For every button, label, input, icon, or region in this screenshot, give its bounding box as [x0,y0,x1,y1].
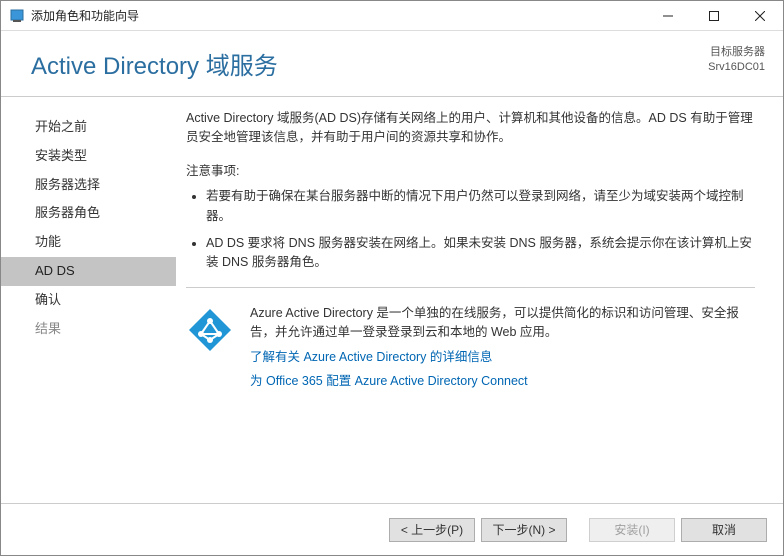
wizard-window: 添加角色和功能向导 Active Directory 域服务 目标服务器 Srv… [0,0,784,556]
azure-o365-connect-link[interactable]: 为 Office 365 配置 Azure Active Directory C… [250,372,755,391]
azure-learn-more-link[interactable]: 了解有关 Azure Active Directory 的详细信息 [250,348,755,367]
install-button: 安装(I) [589,518,675,542]
header-band: Active Directory 域服务 目标服务器 Srv16DC01 [1,31,783,97]
target-server-value: Srv16DC01 [708,60,765,75]
target-server-label: 目标服务器 [708,45,765,60]
window-title: 添加角色和功能向导 [31,7,645,24]
note-item-1: 若要有助于确保在某台服务器中断的情况下用户仍然可以登录到网络，请至少为域安装两个… [206,187,755,226]
nav-server-selection[interactable]: 服务器选择 [1,171,176,200]
azure-text-block: Azure Active Directory 是一个单独的在线服务，可以提供简化… [250,304,755,396]
cancel-button[interactable]: 取消 [681,518,767,542]
note-item-2: AD DS 要求将 DNS 服务器安装在网络上。如果未安装 DNS 服务器，系统… [206,234,755,273]
close-button[interactable] [737,1,783,31]
nav-confirmation[interactable]: 确认 [1,286,176,315]
target-server-info: 目标服务器 Srv16DC01 [708,45,765,76]
notes-heading: 注意事项: [186,162,755,181]
nav-installation-type[interactable]: 安装类型 [1,142,176,171]
app-icon [9,8,25,24]
titlebar: 添加角色和功能向导 [1,1,783,31]
nav-features[interactable]: 功能 [1,228,176,257]
notes-list: 若要有助于确保在某台服务器中断的情况下用户仍然可以登录到网络，请至少为域安装两个… [186,187,755,273]
minimize-button[interactable] [645,1,691,31]
footer-buttons: < 上一步(P) 下一步(N) > 安装(I) 取消 [1,503,783,555]
next-button[interactable]: 下一步(N) > [481,518,567,542]
nav-results: 结果 [1,315,176,344]
nav-ad-ds[interactable]: AD DS [1,257,176,286]
page-title: Active Directory 域服务 [1,46,278,81]
sidebar-nav: 开始之前 安装类型 服务器选择 服务器角色 功能 AD DS 确认 结果 [1,97,176,503]
intro-text: Active Directory 域服务(AD DS)存储有关网络上的用户、计算… [186,109,755,148]
content-area: Active Directory 域服务(AD DS)存储有关网络上的用户、计算… [176,97,783,503]
nav-before-you-begin[interactable]: 开始之前 [1,113,176,142]
azure-ad-icon [186,304,234,396]
window-controls [645,1,783,31]
divider [186,287,755,288]
azure-description: Azure Active Directory 是一个单独的在线服务，可以提供简化… [250,304,755,343]
wizard-body: 开始之前 安装类型 服务器选择 服务器角色 功能 AD DS 确认 结果 Act… [1,97,783,503]
previous-button[interactable]: < 上一步(P) [389,518,475,542]
azure-info-block: Azure Active Directory 是一个单独的在线服务，可以提供简化… [186,304,755,396]
maximize-button[interactable] [691,1,737,31]
nav-server-roles[interactable]: 服务器角色 [1,199,176,228]
